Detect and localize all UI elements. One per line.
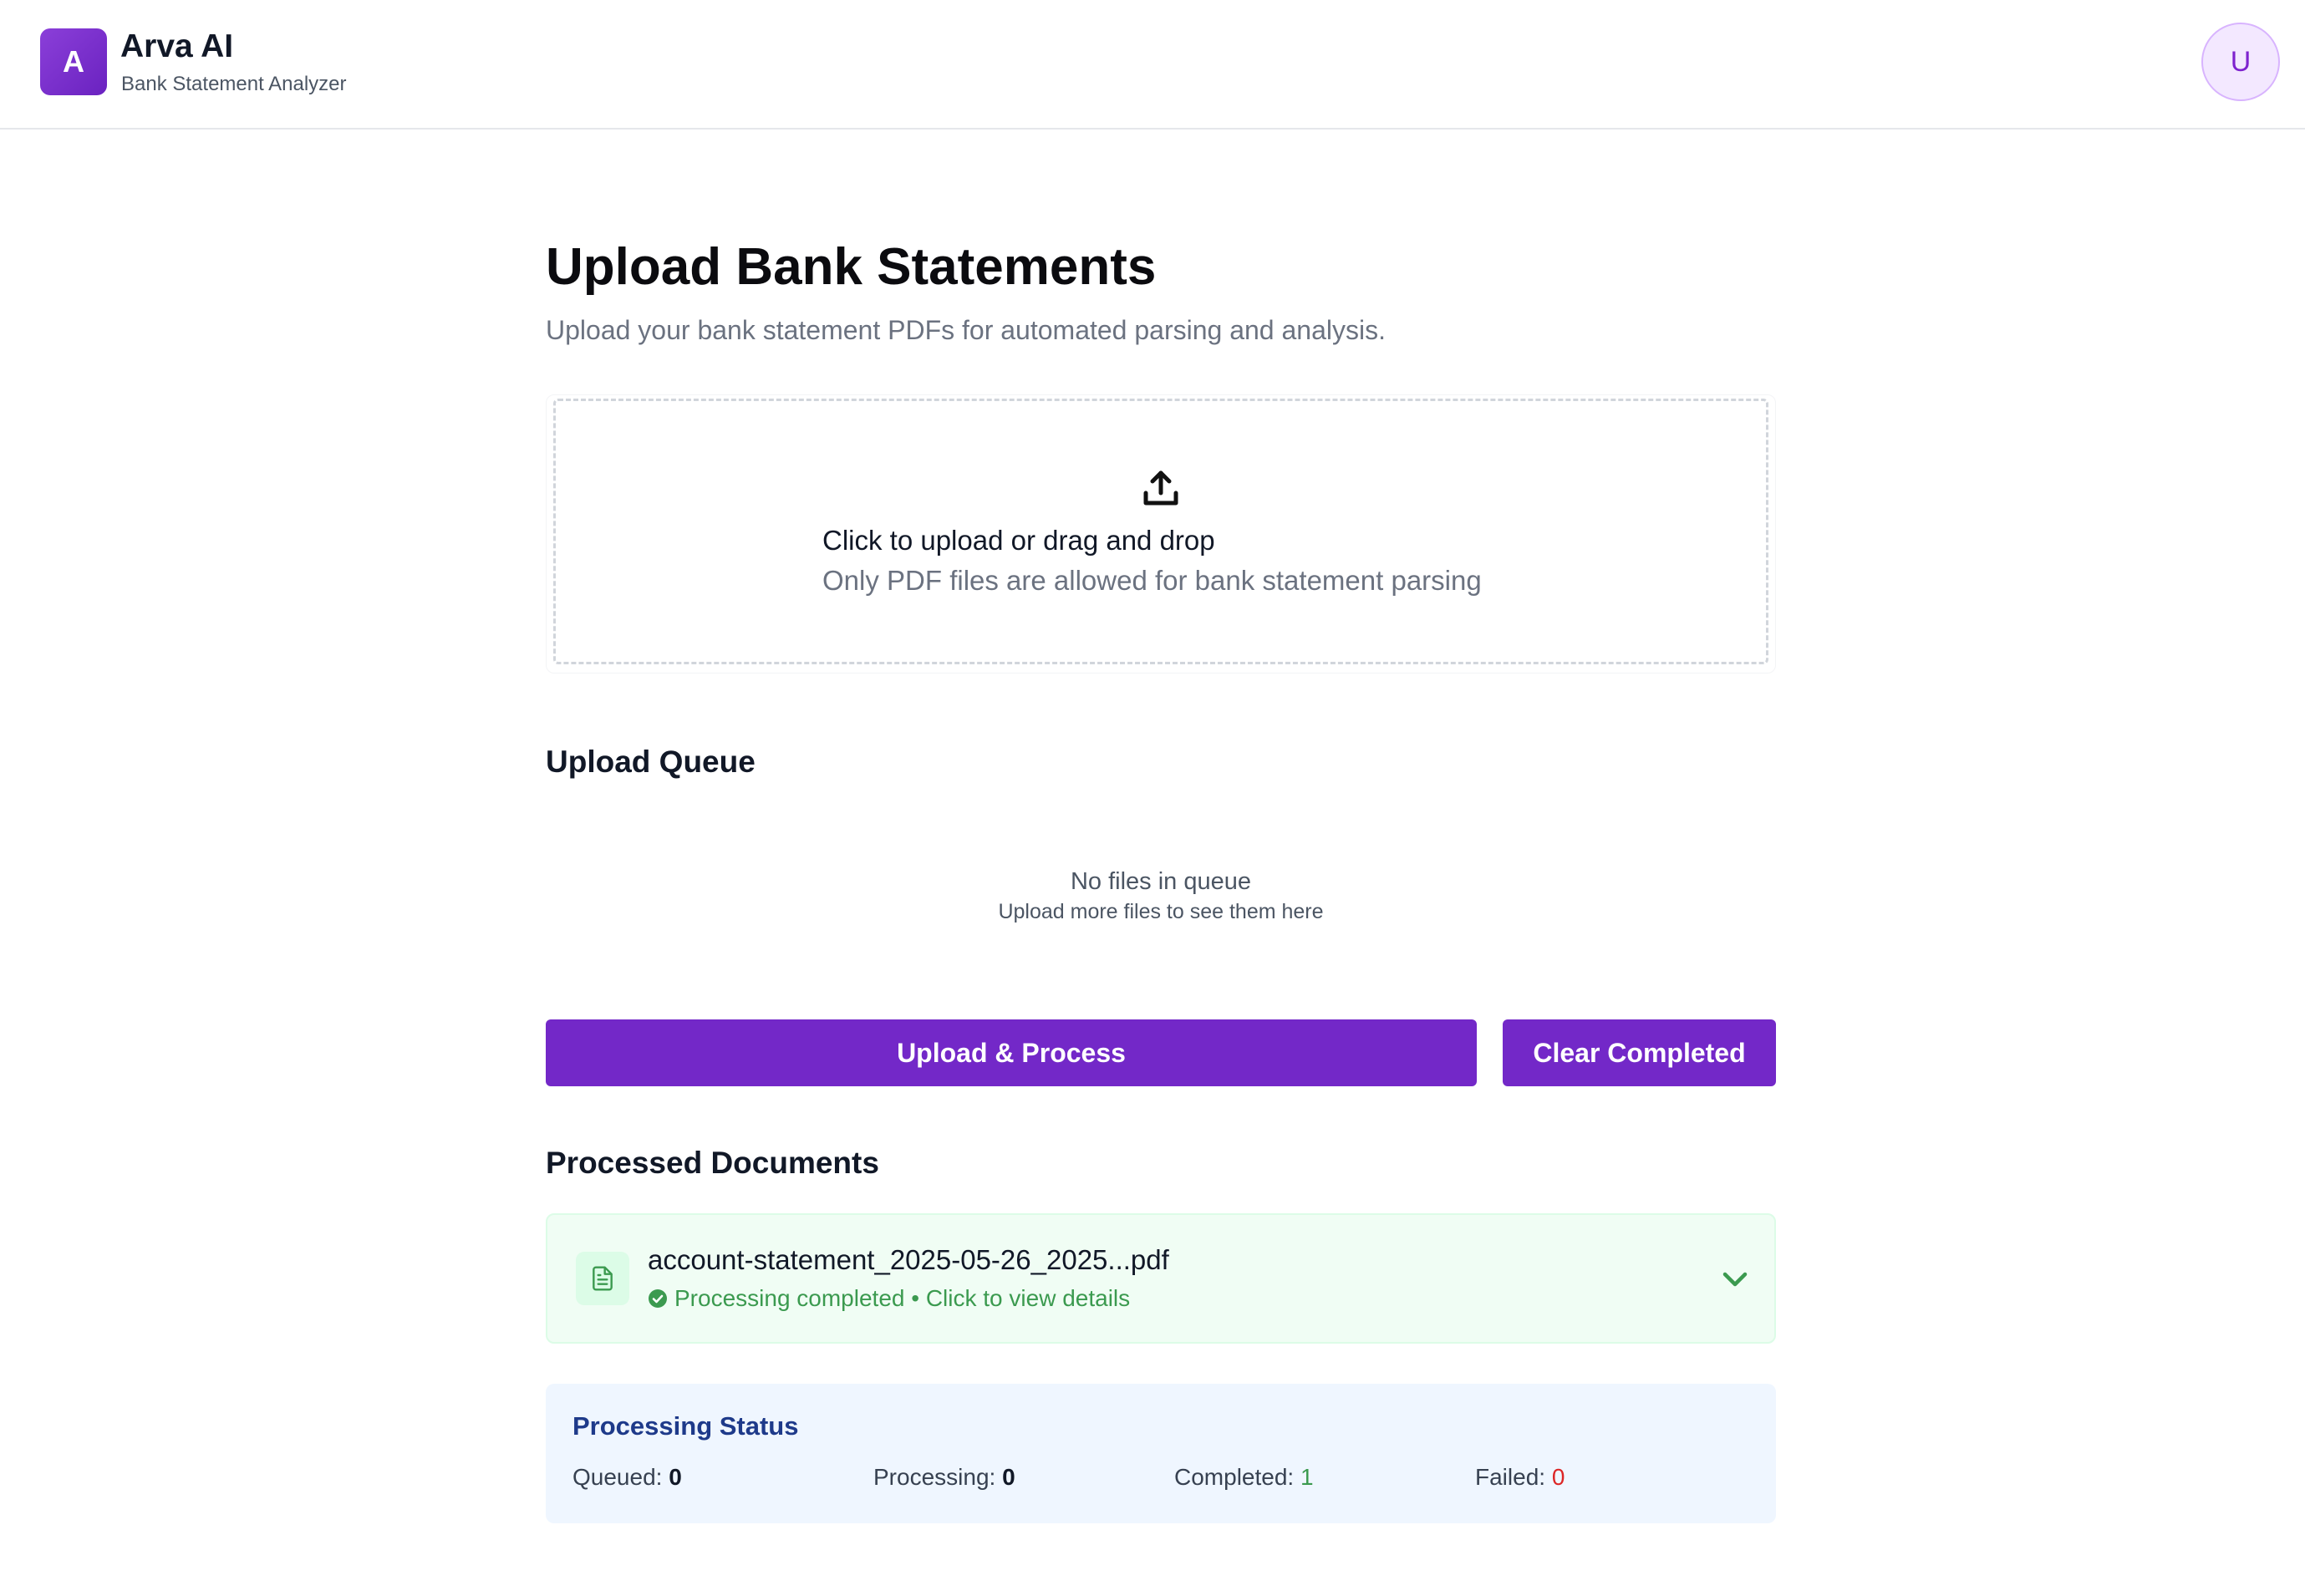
dropzone-title: Click to upload or drag and drop — [822, 525, 1215, 556]
document-name: account-statement_2025-05-26_2025...pdf — [648, 1244, 1169, 1275]
stat-processing: Processing: 0 — [873, 1462, 1015, 1492]
queue-empty-title: No files in queue — [1070, 868, 1252, 895]
stat-failed-label: Failed: — [1475, 1464, 1546, 1490]
queue-empty-subtitle: Upload more files to see them here — [998, 900, 1324, 923]
stat-completed: Completed: 1 — [1174, 1462, 1314, 1492]
page-description: Upload your bank statement PDFs for auto… — [546, 315, 1386, 345]
processing-status-panel: Processing Status Queued: 0 Processing: … — [546, 1384, 1776, 1523]
stat-completed-label: Completed: — [1174, 1464, 1295, 1490]
stat-processing-value: 0 — [1002, 1464, 1015, 1490]
app-subtitle: Bank Statement Analyzer — [121, 73, 347, 95]
document-status: Processing completed • Click to view det… — [648, 1283, 1130, 1314]
app-title: Arva AI — [120, 28, 234, 64]
upload-process-button[interactable]: Upload & Process — [546, 1019, 1477, 1086]
stat-processing-label: Processing: — [873, 1464, 996, 1490]
stat-queued-value: 0 — [669, 1464, 682, 1490]
stat-queued-label: Queued: — [572, 1464, 663, 1490]
stat-completed-value: 1 — [1300, 1464, 1314, 1490]
app-header: A Arva AI Bank Statement Analyzer U — [0, 0, 2305, 130]
processed-document-item[interactable]: account-statement_2025-05-26_2025...pdf … — [546, 1213, 1776, 1344]
clear-completed-button[interactable]: Clear Completed — [1503, 1019, 1776, 1086]
stat-failed-value: 0 — [1551, 1464, 1565, 1490]
file-text-icon — [593, 1266, 613, 1291]
check-circle-icon — [649, 1289, 667, 1308]
document-status-text: Processing completed • Click to view det… — [674, 1285, 1131, 1311]
user-avatar[interactable]: U — [2201, 23, 2280, 101]
upload-icon — [1143, 470, 1178, 506]
processing-status-heading: Processing Status — [572, 1411, 799, 1441]
app-logo: A — [40, 28, 107, 95]
document-icon-container — [576, 1252, 629, 1305]
page-title: Upload Bank Statements — [546, 238, 1157, 296]
dropzone-hint: Only PDF files are allowed for bank stat… — [822, 565, 1482, 596]
chevron-down-icon[interactable] — [1721, 1267, 1749, 1292]
stat-failed: Failed: 0 — [1475, 1462, 1565, 1492]
stat-queued: Queued: 0 — [572, 1462, 682, 1492]
upload-queue-heading: Upload Queue — [546, 745, 756, 779]
processed-documents-heading: Processed Documents — [546, 1146, 879, 1180]
